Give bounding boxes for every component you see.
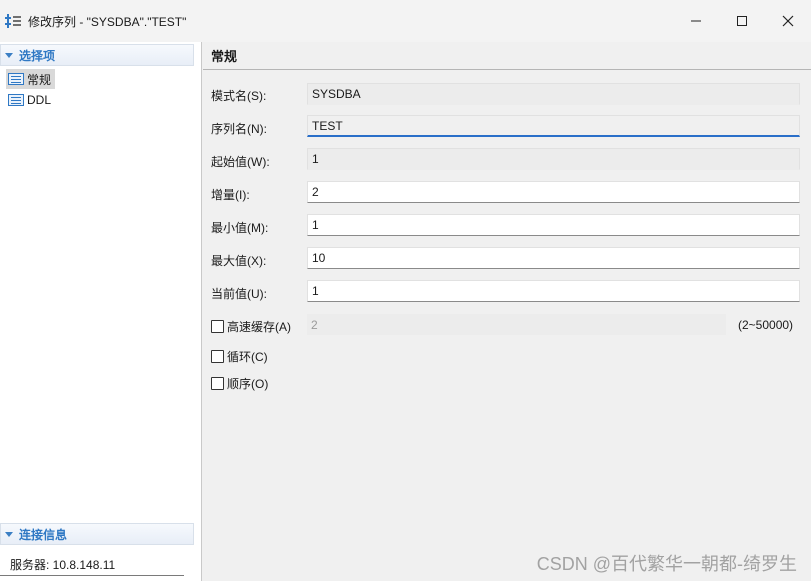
schema-name-field: SYSDBA	[307, 83, 800, 105]
start-value-label: 起始值(W):	[211, 155, 270, 169]
watermark: CSDN @百代繁华一朝都-绮罗生	[536, 554, 797, 574]
max-value-label: 最大值(X):	[211, 254, 267, 268]
cache-size-value: 2	[311, 317, 318, 332]
min-value-value: 1	[312, 218, 319, 232]
cycle-checkbox-row[interactable]: 循环(C)	[211, 348, 268, 365]
close-icon	[782, 15, 794, 27]
nav-item-label: 常规	[27, 72, 52, 87]
panel-title: 常规	[211, 49, 238, 64]
increment-input[interactable]: 2	[307, 181, 800, 203]
collapse-triangle-icon	[5, 531, 13, 537]
increment-label: 增量(I):	[211, 188, 250, 202]
minimize-icon	[691, 20, 701, 22]
window-controls	[673, 0, 811, 42]
current-value-label: 当前值(U):	[211, 287, 267, 301]
collapse-triangle-icon	[5, 52, 13, 58]
page-icon	[8, 73, 24, 85]
max-value-value: 10	[312, 251, 326, 265]
current-value-value: 1	[312, 284, 319, 298]
sequence-name-value: TEST	[312, 118, 343, 133]
nav-item-label: DDL	[27, 93, 52, 107]
cache-size-input: 2	[307, 314, 726, 335]
close-button[interactable]	[765, 0, 811, 42]
select-section-header[interactable]: 选择项	[0, 44, 194, 66]
min-value-input[interactable]: 1	[307, 214, 800, 236]
connection-section-label: 连接信息	[19, 527, 68, 542]
start-value-value: 1	[312, 152, 319, 166]
order-label: 顺序(O)	[227, 377, 269, 391]
title-bar: 修改序列 - "SYSDBA"."TEST"	[0, 0, 811, 42]
cycle-checkbox[interactable]	[211, 350, 224, 363]
cache-label: 高速缓存(A)	[227, 320, 291, 334]
divider	[0, 575, 184, 576]
nav-item-ddl[interactable]: DDL	[6, 90, 55, 110]
cache-checkbox[interactable]	[211, 320, 224, 333]
window-title: 修改序列 - "SYSDBA"."TEST"	[28, 14, 187, 29]
sequence-app-icon	[4, 12, 22, 30]
server-info: 服务器: 10.8.148.11	[10, 558, 116, 572]
connection-section-header[interactable]: 连接信息	[0, 523, 194, 545]
divider	[203, 69, 811, 70]
cache-checkbox-row[interactable]: 高速缓存(A)	[211, 318, 291, 335]
increment-value: 2	[312, 185, 319, 199]
page-icon	[8, 94, 24, 106]
order-checkbox[interactable]	[211, 377, 224, 390]
order-checkbox-row[interactable]: 顺序(O)	[211, 375, 268, 392]
minimize-button[interactable]	[673, 0, 719, 42]
max-value-input[interactable]: 10	[307, 247, 800, 269]
maximize-icon	[737, 16, 747, 26]
sequence-name-label: 序列名(N):	[211, 122, 267, 136]
select-section-label: 选择项	[19, 48, 56, 63]
maximize-button[interactable]	[719, 0, 765, 42]
start-value-field: 1	[307, 148, 800, 170]
left-panel: 选择项 常规 DDL 连接信息 服务器: 10.8.148.11	[0, 42, 202, 581]
schema-name-value: SYSDBA	[312, 87, 361, 101]
general-panel: 常规 模式名(S): SYSDBA 序列名(N): TEST 起始值(W): 1…	[203, 42, 811, 581]
nav-item-general[interactable]: 常规	[6, 69, 56, 89]
current-value-input[interactable]: 1	[307, 280, 800, 302]
min-value-label: 最小值(M):	[211, 221, 269, 235]
cache-range-hint: (2~50000)	[738, 318, 794, 332]
sequence-name-input[interactable]: TEST	[307, 115, 800, 137]
sequence-dialog: 修改序列 - "SYSDBA"."TEST" 选择项 常规 DDL 连接信息 服…	[0, 0, 811, 581]
cycle-label: 循环(C)	[227, 350, 268, 364]
schema-name-label: 模式名(S):	[211, 89, 267, 103]
